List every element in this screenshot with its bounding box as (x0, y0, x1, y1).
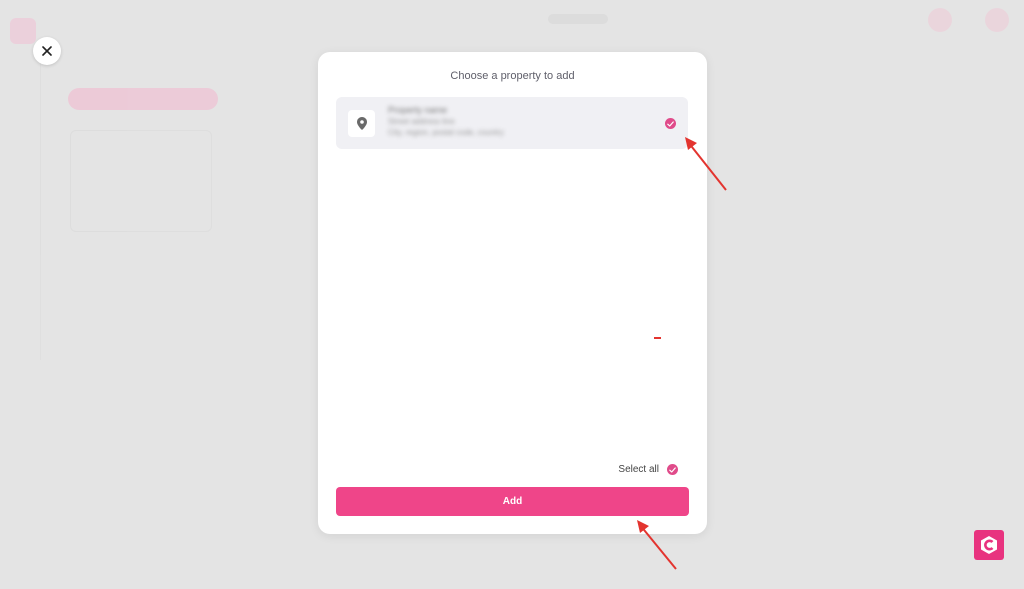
annotation-arrow-check (685, 137, 727, 191)
annotation-arrow-add (637, 520, 677, 570)
brand-logo-icon (981, 536, 997, 554)
brand-logo (974, 530, 1004, 560)
annotation-arrows (637, 137, 727, 570)
